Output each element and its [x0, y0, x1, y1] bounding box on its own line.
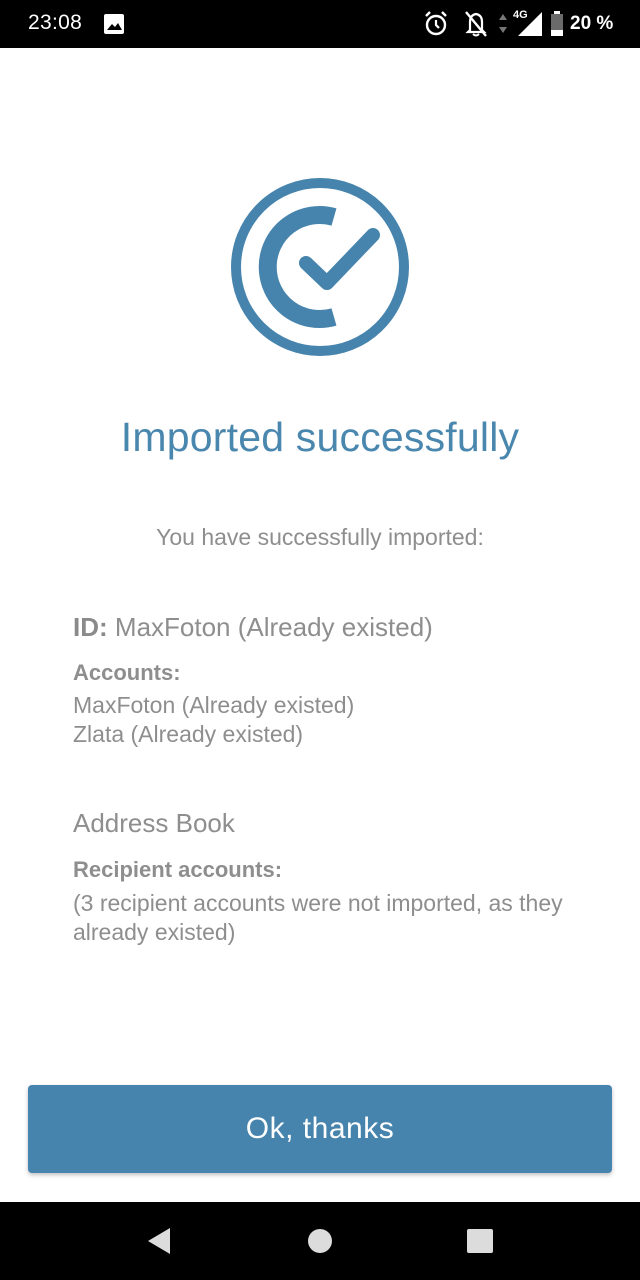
- recipient-accounts-note: (3 recipient accounts were not imported,…: [73, 890, 563, 945]
- image-icon: [104, 14, 124, 34]
- accounts-list: MaxFoton (Already existed) Zlata (Alread…: [73, 691, 354, 749]
- accounts-label: Accounts:: [73, 660, 181, 685]
- list-item: MaxFoton (Already existed): [73, 692, 355, 718]
- home-icon[interactable]: [270, 1202, 370, 1280]
- id-value: MaxFoton (Already existed): [114, 612, 433, 642]
- check-circle-logo-icon: [231, 178, 409, 356]
- import-success-screen: 23:08 4G 20 % Imported successfully You …: [0, 0, 640, 1280]
- list-item: Zlata (Already existed): [73, 721, 304, 747]
- alarm-icon: [425, 11, 447, 36]
- identity-line: ID: MaxFoton (Already existed): [73, 612, 433, 643]
- navigation-bar: [0, 1202, 640, 1280]
- recents-icon[interactable]: [430, 1202, 530, 1280]
- battery-percentage: 20 %: [570, 13, 614, 34]
- notifications-off-icon: [465, 11, 487, 37]
- signal-icon: [518, 12, 542, 36]
- status-bar: 23:08 4G 20 %: [0, 0, 640, 48]
- data-arrows-icon: [499, 14, 507, 33]
- ok-thanks-button[interactable]: Ok, thanks: [28, 1085, 612, 1173]
- status-time: 23:08: [28, 11, 83, 34]
- battery-icon: [551, 11, 563, 36]
- page-title: Imported successfully: [120, 414, 520, 460]
- recipient-accounts-label: Recipient accounts:: [73, 857, 283, 882]
- id-label: ID:: [73, 612, 108, 642]
- address-book-heading: Address Book: [73, 808, 235, 838]
- page-subtitle: You have successfully imported:: [156, 524, 484, 550]
- back-icon[interactable]: [108, 1202, 208, 1280]
